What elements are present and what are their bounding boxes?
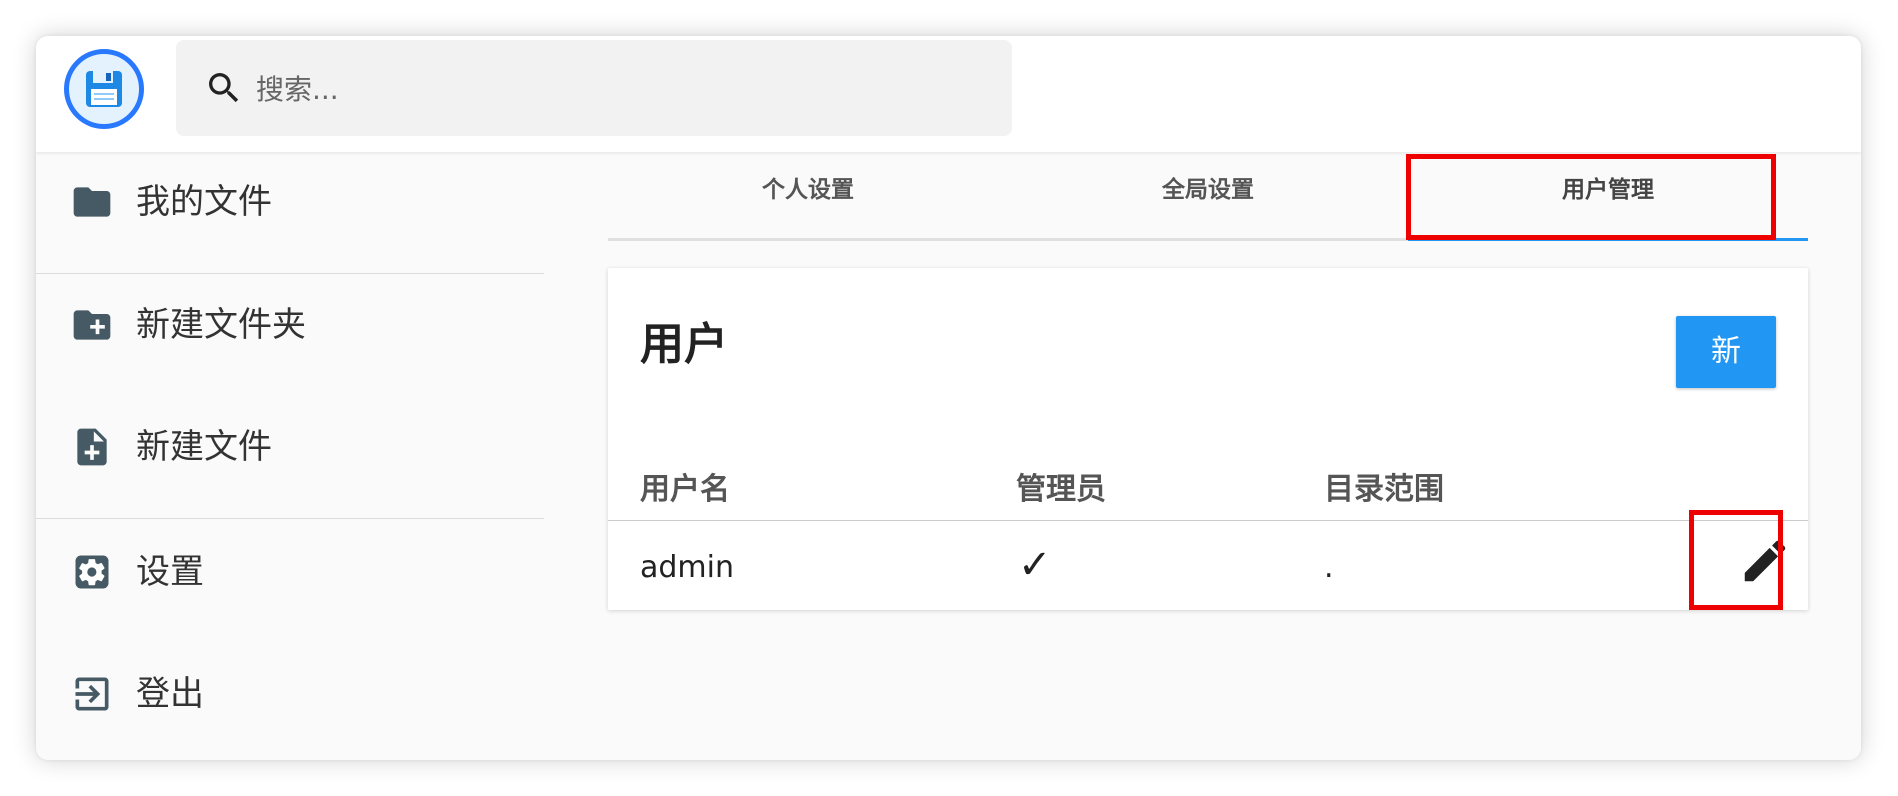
admin-check-icon: ✓ (1018, 542, 1052, 588)
sidebar-divider (36, 518, 544, 519)
column-header-admin: 管理员 (1016, 472, 1106, 507)
column-header-scope: 目录范围 (1324, 472, 1444, 507)
sidebar-item-label: 设置 (136, 552, 204, 592)
cell-scope: . (1324, 550, 1334, 585)
new-user-button[interactable]: 新 (1676, 316, 1776, 388)
floppy-disk-icon (86, 71, 122, 107)
sidebar-item-label: 新建文件 (136, 427, 272, 467)
tab-global-settings[interactable]: 全局设置 (1008, 152, 1408, 238)
search-input[interactable] (254, 64, 958, 114)
sidebar-item-label: 登出 (136, 674, 204, 714)
note-add-icon (77, 428, 107, 466)
settings-tabs: 个人设置 全局设置 用户管理 (608, 152, 1808, 241)
sidebar: 我的文件 新建文件夹 新建文件 设置 登出 (36, 152, 544, 760)
settings-icon (75, 555, 109, 589)
card-title: 用户 (640, 319, 728, 370)
app-window: 我的文件 新建文件夹 新建文件 设置 登出 (36, 36, 1861, 760)
sidebar-item-label: 我的文件 (136, 182, 272, 222)
search-icon[interactable] (204, 68, 244, 108)
top-header (36, 36, 1861, 152)
create-new-folder-icon (73, 310, 111, 340)
column-header-username: 用户名 (640, 472, 730, 507)
exit-icon (75, 677, 109, 711)
sidebar-item-settings[interactable]: 设置 (36, 522, 544, 618)
users-card: 用户 新 用户名 管理员 目录范围 admin ✓ . (608, 268, 1808, 610)
sidebar-item-new-folder[interactable]: 新建文件夹 (36, 275, 544, 371)
search-bar (176, 40, 1012, 136)
app-logo[interactable] (64, 49, 144, 129)
tab-user-management[interactable]: 用户管理 (1408, 152, 1808, 241)
cell-username: admin (640, 550, 734, 585)
folder-icon (73, 187, 111, 217)
sidebar-item-new-file[interactable]: 新建文件 (36, 397, 544, 493)
sidebar-item-label: 新建文件夹 (136, 305, 306, 345)
edit-pencil-icon[interactable] (1738, 534, 1792, 588)
table-divider (608, 520, 1808, 521)
sidebar-item-my-files[interactable]: 我的文件 (36, 152, 544, 248)
sidebar-divider (36, 273, 544, 274)
sidebar-item-logout[interactable]: 登出 (36, 644, 544, 740)
tab-profile-settings[interactable]: 个人设置 (608, 152, 1008, 238)
